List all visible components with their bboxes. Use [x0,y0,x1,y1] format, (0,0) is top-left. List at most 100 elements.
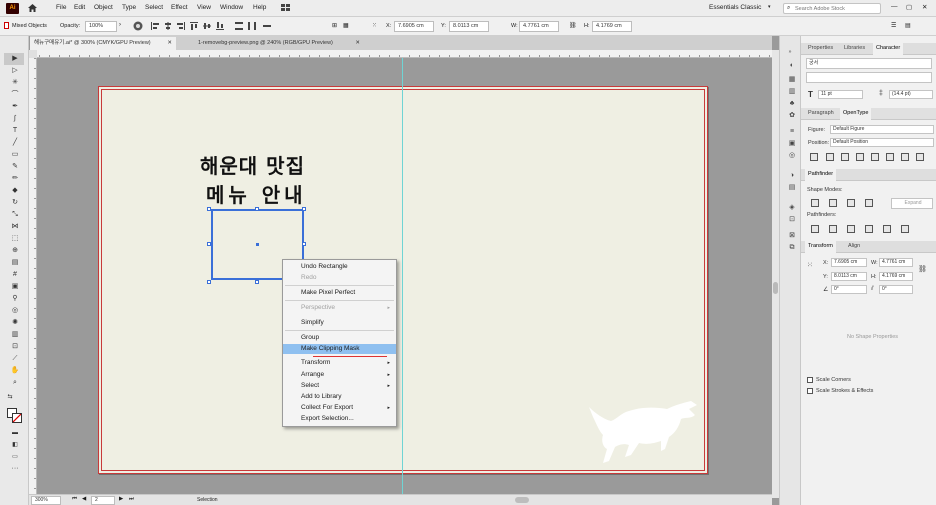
close-icon[interactable]: ✕ [922,3,927,11]
swap-colors-icon[interactable]: ⇆ [4,392,16,402]
stroke-color-swatch[interactable] [12,413,22,423]
vertical-ruler[interactable] [29,58,37,494]
horizontal-scroll-thumb[interactable] [515,497,529,503]
transform-w-input[interactable]: 4.7761 cm [879,258,913,267]
menu-arrange[interactable]: Arrange ▸ [283,370,396,380]
appearance-panel-icon[interactable]: ◑ [788,172,796,180]
align-icon-1[interactable] [150,21,160,31]
stock-search[interactable]: ⌕ Search Adobe Stock [783,3,881,14]
handle-top-left[interactable] [207,207,211,211]
menu-help[interactable]: Help [253,4,266,11]
opentype-ordinal-icon[interactable] [886,153,894,161]
constrain-proportions-icon[interactable]: ⛓ [569,22,577,29]
panel-options-icon[interactable]: ▤ [905,22,911,29]
zoom-tool-icon[interactable]: ⌕ [9,378,21,388]
menu-simplify[interactable]: Simplify [283,318,396,328]
w-input[interactable]: 4.7761 cm [519,21,559,32]
expand-button[interactable]: Expand [891,198,933,209]
artboard-title[interactable]: 해운대 맛집 [200,150,305,179]
scale-corners-checkbox[interactable] [807,377,813,383]
rectangle-tool-icon[interactable]: ▭ [9,150,21,160]
menu-select[interactable]: Select ▸ [283,381,396,391]
exclude-icon[interactable] [865,199,873,207]
stroke-panel-icon[interactable]: ≡ [788,128,796,136]
menu-make-pixel-perfect[interactable]: Make Pixel Perfect [283,288,396,298]
menu-make-clipping-mask[interactable]: Make Clipping Mask [283,344,396,354]
menu-type[interactable]: Type [122,4,136,11]
edit-toolbar-icon[interactable]: ··· [9,464,21,474]
transparency-panel-icon[interactable]: ◎ [788,152,796,160]
menu-group[interactable]: Group [283,333,396,343]
tab-libraries[interactable]: Libraries [844,45,865,51]
swatches-panel-icon[interactable]: ▥ [788,88,796,96]
column-graph-tool-icon[interactable]: ▥ [9,330,21,340]
leading-input[interactable]: (14.4 pt) [889,90,933,99]
transform-h-input[interactable]: 4.1769 cm [879,272,913,281]
handle-bottom-center[interactable] [255,280,259,284]
brushes-panel-icon[interactable]: ♣ [788,100,796,108]
eyedropper-tool-icon[interactable]: ⚲ [9,294,21,304]
figure-select[interactable]: Default Figure [830,125,934,134]
artboards-panel-icon[interactable]: ⊡ [788,216,796,224]
symbol-sprayer-tool-icon[interactable]: ✺ [9,318,21,328]
position-select[interactable]: Default Position [830,138,934,147]
menu-edit[interactable]: Edit [74,4,85,11]
transform-x-input[interactable]: 7.6905 cm [831,258,867,267]
menu-perspective[interactable]: Perspective ▸ [283,303,396,313]
constrain-width-height-icon[interactable]: ⛓ [918,265,927,273]
ruler-origin[interactable] [29,50,37,58]
reference-point-icon[interactable]: ⊞ [332,22,337,29]
artboard-tool-icon[interactable]: ⊡ [9,342,21,352]
opentype-titling-icon[interactable] [871,153,879,161]
handle-top-right[interactable] [302,207,306,211]
guide-line[interactable] [402,58,403,498]
shape-builder-tool-icon[interactable]: ⊕ [9,246,21,256]
artboard[interactable]: 해운대 맛집 메뉴 안내 [98,86,708,474]
opacity-label[interactable]: Opacity: [60,23,80,29]
perspective-grid-tool-icon[interactable]: ▤ [9,258,21,268]
color-mode-icon[interactable]: ▬ [9,428,21,438]
hand-tool-icon[interactable]: ✋ [9,366,21,376]
opentype-contextual-icon[interactable] [826,153,834,161]
distribute-icon-1[interactable] [234,21,244,31]
zoom-input[interactable]: 300% [31,496,61,505]
graphic-styles-icon[interactable]: ▤ [788,184,796,192]
tab-properties[interactable]: Properties [808,45,833,51]
menu-undo-rectangle[interactable]: Undo Rectangle [283,262,396,272]
gradient-panel-icon[interactable]: ▣ [788,140,796,148]
tab-align[interactable]: Align [848,243,860,249]
screen-mode-icon[interactable]: ▭ [9,452,21,462]
menu-redo[interactable]: Redo [283,273,396,283]
scale-tool-icon[interactable]: ⤡ [9,210,21,220]
scale-strokes-checkbox[interactable] [807,388,813,394]
font-family-input[interactable]: 궁서 [806,58,932,69]
previous-artboard-icon[interactable]: ◀ [82,496,86,502]
handle-bottom-left[interactable] [207,280,211,284]
lasso-tool-icon[interactable]: ⌒ [9,90,21,100]
links-panel-icon[interactable]: ⧉ [788,244,796,252]
artboard-number-input[interactable]: 2 [91,496,115,505]
tab-paragraph[interactable]: Paragraph [808,110,834,116]
menu-file[interactable]: File [56,4,66,11]
pencil-tool-icon[interactable]: ✏ [9,174,21,184]
tab-pathfinder[interactable]: Pathfinder [805,169,837,181]
line-tool-icon[interactable]: ╱ [9,138,21,148]
menu-view[interactable]: View [197,4,211,11]
handle-top-center[interactable] [255,207,259,211]
crop-icon[interactable] [865,225,873,233]
h-input[interactable]: 4.1769 cm [592,21,632,32]
reference-grid-icon[interactable]: ⁙ [372,22,377,29]
eraser-tool-icon[interactable]: ◆ [9,186,21,196]
vertical-scrollbar[interactable] [772,50,779,498]
opentype-swash-icon[interactable] [841,153,849,161]
bull-silhouette[interactable] [585,397,699,467]
font-size-input[interactable]: 11 pt [818,90,863,99]
type-tool-icon[interactable]: T [9,126,21,136]
pen-tool-icon[interactable]: ✒ [9,102,21,112]
symbols-panel-icon[interactable]: ✿ [788,112,796,120]
divide-icon[interactable] [811,225,819,233]
next-artboard-icon[interactable]: ▶ [119,496,123,502]
align-icon-4[interactable] [189,21,199,31]
workspace-dropdown-icon[interactable]: ▾ [768,4,771,10]
layers-panel-icon[interactable]: ◈ [788,204,796,212]
